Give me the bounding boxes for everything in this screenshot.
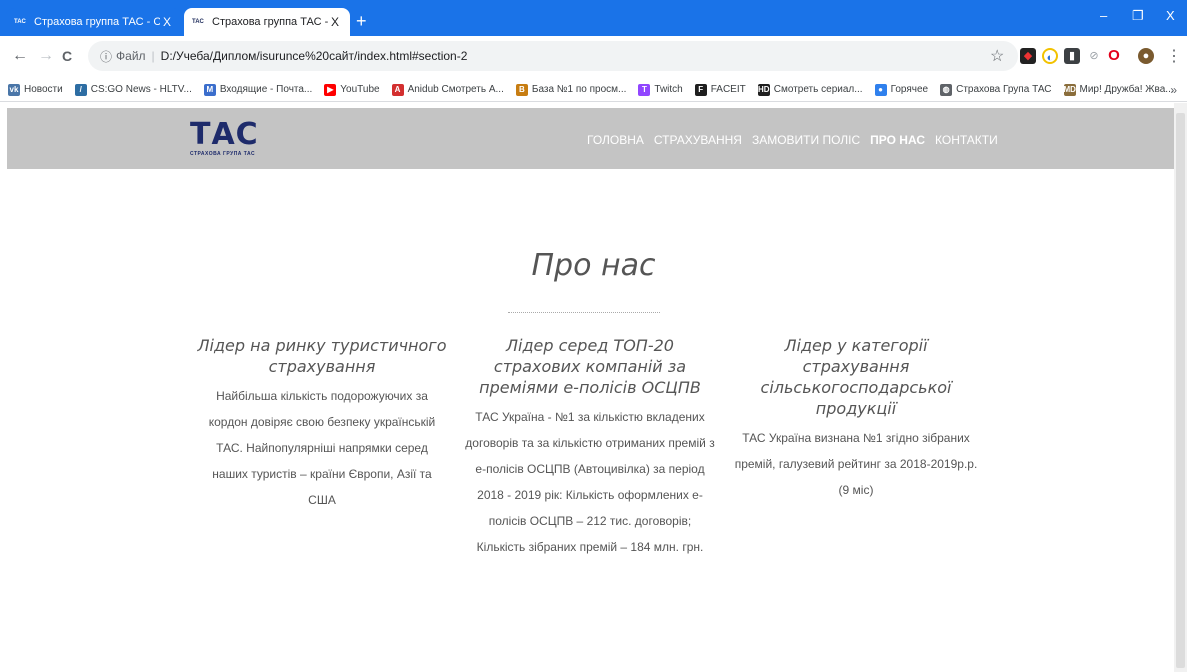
bookmark-item[interactable]: ◍ Страхова Група ТАС [940, 83, 1052, 96]
bookmark-label: Anidub Смотреть А... [407, 84, 504, 95]
extension-icon-4[interactable]: ⊘ [1086, 48, 1102, 64]
bookmark-item[interactable]: M Входящие - Почта... [203, 83, 313, 96]
tab-title: Страхова группа ТАС - СГ ТАС [34, 16, 160, 28]
hd-icon: HD [757, 83, 770, 96]
bookmark-item[interactable]: F FACEIT [694, 83, 746, 96]
bookmark-label: Входящие - Почта... [219, 84, 313, 95]
extension-icon-2[interactable]: ◐ [1042, 48, 1058, 64]
section-title: Про нас [531, 248, 656, 283]
bookmark-item[interactable]: / CS:GO News - HLTV... [74, 83, 192, 96]
bookmarks-overflow-icon[interactable]: » [1170, 83, 1177, 97]
profile-avatar[interactable]: ● [1138, 48, 1154, 64]
reload-button[interactable]: C [62, 48, 72, 64]
bookmark-label: YouTube [340, 84, 380, 95]
browser-tab-1[interactable]: TAC Страхова группа ТАС - СГ ТАС X [6, 8, 182, 36]
tab-favicon: TAC [192, 19, 204, 25]
feature-heading: Лідер серед ТОП-20 страхових компаній за… [479, 336, 701, 397]
bookmark-label: База №1 по просм... [531, 84, 627, 95]
tab-favicon: TAC [14, 19, 26, 25]
url-text[interactable]: D:/Учеба/Диплом/isurunce%20сайт/index.ht… [161, 49, 468, 63]
browser-titlebar: TAC Страхова группа ТАС - СГ ТАС X TAC С… [0, 0, 1187, 36]
site-navbar: ТАС СТРАХОВА ГРУПА ТАС ГОЛОВНА СТРАХУВАН… [7, 108, 1174, 169]
site-logo[interactable]: ТАС СТРАХОВА ГРУПА ТАС [190, 119, 280, 163]
menu-item-contacts[interactable]: КОНТАКТИ [935, 133, 998, 147]
bookmark-item[interactable]: B База №1 по просм... [515, 83, 627, 96]
bookmark-label: Мир! Дружба! Жва... [1079, 84, 1174, 95]
bookmark-item[interactable]: T Twitch [638, 83, 683, 96]
feature-column: Лідер на ринку туристичного страхування … [197, 335, 447, 513]
baza-icon: B [515, 83, 528, 96]
tab-title: Страхова группа ТАС - СГ ТАС [212, 16, 328, 28]
menu-item-about[interactable]: ПРО НАС [870, 133, 925, 147]
bookmark-item[interactable]: A Anidub Смотреть А... [391, 83, 504, 96]
bookmark-label: FACEIT [710, 84, 746, 95]
md-icon: MD [1063, 83, 1076, 96]
menu-dots-icon[interactable]: ⋮ [1166, 46, 1182, 66]
title-divider [508, 312, 660, 313]
minimize-button[interactable]: – [1100, 8, 1107, 23]
back-button[interactable]: ← [12, 47, 28, 65]
hltv-icon: / [74, 83, 87, 96]
bookmark-item[interactable]: HD Смотреть сериал... [757, 83, 863, 96]
logo-word: ТАС [190, 117, 259, 152]
logo-subtitle: СТРАХОВА ГРУПА ТАС [190, 151, 256, 157]
bookmark-label: Горячее [890, 84, 929, 95]
hot-icon: ● [874, 83, 887, 96]
bookmark-label: CS:GO News - HLTV... [90, 84, 192, 95]
anidub-icon: A [391, 83, 404, 96]
file-label: Файл [116, 49, 146, 63]
opera-icon[interactable]: O [1106, 48, 1122, 64]
page-viewport: ТАС СТРАХОВА ГРУПА ТАС ГОЛОВНА СТРАХУВАН… [0, 103, 1187, 672]
bookmarks-bar: vk Новости / CS:GO News - HLTV... M Входящие … [0, 78, 1187, 102]
menu-item-order-policy[interactable]: ЗАМОВИТИ ПОЛІС [752, 133, 860, 147]
info-icon[interactable]: ⓘ [100, 48, 112, 65]
feature-text: Найбільша кількість подорожуючих за корд… [208, 389, 436, 507]
extension-icon-3[interactable]: ▮ [1064, 48, 1080, 64]
youtube-icon: ▶ [324, 83, 337, 96]
feature-heading: Лідер у категорії страхування сільського… [760, 336, 952, 418]
tab-close-icon[interactable]: X [328, 15, 342, 29]
tab-close-icon[interactable]: X [160, 15, 174, 29]
scrollbar-thumb[interactable] [1176, 113, 1185, 668]
faceit-icon: F [694, 83, 707, 96]
bookmark-label: Смотреть сериал... [773, 84, 863, 95]
feature-text: ТАС Україна визнана №1 згідно зібраних п… [734, 431, 978, 497]
twitch-icon: T [638, 83, 651, 96]
feature-heading: Лідер на ринку туристичного страхування [197, 336, 447, 376]
globe-icon: ◍ [940, 83, 953, 96]
forward-button[interactable]: → [38, 47, 54, 65]
address-separator: | [151, 49, 155, 63]
extension-icon-1[interactable]: ◆ [1020, 48, 1036, 64]
bookmark-item[interactable]: MD Мир! Дружба! Жва... [1063, 83, 1174, 96]
restore-button[interactable]: ❐ [1132, 8, 1144, 24]
vk-icon: vk [8, 83, 20, 96]
address-bar[interactable]: ⓘ Файл | D:/Учеба/Диплом/isurunce%20сайт… [88, 41, 1018, 71]
bookmark-item[interactable]: vk Новости [8, 83, 63, 96]
bookmark-item[interactable]: ▶ YouTube [324, 83, 380, 96]
bookmark-label: Страхова Група ТАС [956, 84, 1052, 95]
browser-tab-2[interactable]: TAC Страхова группа ТАС - СГ ТАС X [184, 8, 350, 36]
browser-toolbar: ← → C ⓘ Файл | D:/Учеба/Диплом/isurunce%… [0, 36, 1187, 78]
mail-icon: M [203, 83, 216, 96]
bookmark-label: Twitch [654, 84, 683, 95]
menu-item-insurance[interactable]: СТРАХУВАННЯ [654, 133, 742, 147]
page-scrollbar[interactable] [1174, 103, 1187, 672]
menu-item-home[interactable]: ГОЛОВНА [587, 133, 644, 147]
close-window-button[interactable]: X [1166, 8, 1175, 23]
new-tab-button[interactable]: + [356, 12, 367, 30]
bookmark-star-icon[interactable]: ☆ [990, 46, 1004, 66]
feature-text: ТАС Україна - №1 за кількістю вкладених … [465, 410, 715, 554]
bookmark-item[interactable]: ● Горячее [874, 83, 929, 96]
feature-column: Лідер серед ТОП-20 страхових компаній за… [465, 335, 715, 560]
feature-column: Лідер у категорії страхування сільського… [731, 335, 981, 503]
bookmark-label: Новости [24, 84, 63, 95]
site-menu: ГОЛОВНА СТРАХУВАННЯ ЗАМОВИТИ ПОЛІС ПРО Н… [587, 133, 998, 147]
